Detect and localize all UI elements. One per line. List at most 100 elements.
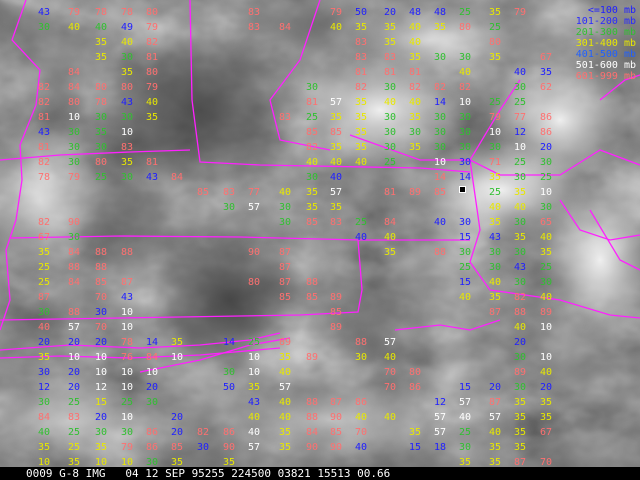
pressure-label: 30 (121, 112, 134, 123)
pressure-label: 90 (330, 412, 343, 423)
pressure-label: 30 (434, 112, 447, 123)
pressure-label: 65 (540, 217, 553, 228)
pressure-label: 30 (540, 157, 553, 168)
pressure-label: 57 (68, 322, 81, 333)
pressure-legend: <=100 mb 101-200 mb 201-300 mb 301-400 mb 40… (548, 5, 636, 82)
pressure-label: 88 (68, 262, 81, 273)
pressure-label: 35 (279, 352, 292, 363)
pressure-label: 12 (514, 127, 527, 138)
pressure-label: 14 (434, 172, 447, 183)
pressure-label: 35 (384, 37, 397, 48)
pressure-label: 83 (279, 112, 292, 123)
pressure-label: 88 (434, 247, 447, 258)
pressure-label: 40 (95, 22, 108, 33)
pressure-label: 30 (38, 22, 51, 33)
pressure-label: 48 (409, 7, 422, 18)
pressure-label: 30 (197, 442, 210, 453)
pressure-label: 30 (68, 157, 81, 168)
pressure-label: 57 (279, 382, 292, 393)
pressure-label: 20 (171, 412, 184, 423)
pressure-label: 57 (384, 337, 397, 348)
pressure-label: 86 (409, 382, 422, 393)
pressure-label: 35 (68, 457, 81, 468)
pressure-label: 83 (355, 37, 368, 48)
pressure-label: 82 (38, 97, 51, 108)
pressure-label: 82 (38, 82, 51, 93)
pressure-label: 35 (248, 382, 261, 393)
pressure-label: 15 (459, 232, 472, 243)
pressure-label: 30 (38, 397, 51, 408)
pressure-label: 25 (489, 97, 502, 108)
pressure-label: 79 (121, 442, 134, 453)
pressure-label: 25 (459, 262, 472, 273)
pressure-label: 88 (355, 337, 368, 348)
pressure-label: 35 (540, 247, 553, 258)
pressure-label: 87 (279, 277, 292, 288)
pressure-label: 82 (355, 82, 368, 93)
pressure-label: 25 (121, 397, 134, 408)
image-status-bar: 0009 G-8 IMG 04 12 SEP 95255 224500 0382… (0, 467, 640, 480)
pressure-label: 40 (514, 67, 527, 78)
pressure-label: 90 (330, 442, 343, 453)
pressure-label: 25 (355, 217, 368, 228)
pressure-label: 35 (384, 247, 397, 258)
legend-unit: mb (617, 71, 636, 82)
pressure-label: 35 (38, 352, 51, 363)
pressure-label: 35 (514, 187, 527, 198)
pressure-label: 35 (38, 247, 51, 258)
pressure-label: 40 (384, 97, 397, 108)
pressure-label: 35 (459, 457, 472, 468)
pressure-label: 81 (146, 157, 159, 168)
pressure-label: 84 (68, 82, 81, 93)
pressure-label: 35 (95, 442, 108, 453)
pressure-label: 20 (540, 142, 553, 153)
pressure-label: 25 (248, 337, 261, 348)
pressure-label: 90 (68, 217, 81, 228)
pressure-label: 30 (384, 82, 397, 93)
pressure-label: 81 (306, 97, 319, 108)
pressure-label: 84 (68, 247, 81, 258)
pressure-label: 10 (248, 367, 261, 378)
pressure-label: 48 (434, 7, 447, 18)
pressure-label: 15 (409, 442, 422, 453)
pressure-label: 35 (489, 442, 502, 453)
pressure-label: 20 (38, 337, 51, 348)
pressure-label: 20 (171, 427, 184, 438)
pressure-label: 25 (95, 172, 108, 183)
pressure-label: 40 (306, 157, 319, 168)
pressure-label: 30 (489, 142, 502, 153)
pressure-label: 40 (248, 427, 261, 438)
pressure-label: 40 (384, 352, 397, 363)
pressure-label: 30 (121, 52, 134, 63)
legend-range: 601-999 (575, 71, 618, 82)
pressure-label: 14 (459, 172, 472, 183)
pressure-label: 71 (489, 157, 502, 168)
pressure-label: 10 (121, 307, 134, 318)
legend-row: 301-400 mb (548, 38, 636, 49)
pressure-label: 10 (121, 367, 134, 378)
pressure-label: 30 (540, 277, 553, 288)
pressure-label: 70 (384, 367, 397, 378)
pressure-label: 82 (409, 82, 422, 93)
pressure-label: 78 (121, 337, 134, 348)
pressure-label: 40 (121, 37, 134, 48)
pressure-label: 25 (489, 22, 502, 33)
pressure-label: 20 (384, 7, 397, 18)
pressure-label: 82 (434, 82, 447, 93)
pressure-label: 88 (306, 397, 319, 408)
pressure-label: 87 (514, 457, 527, 468)
pressure-label: 30 (459, 217, 472, 228)
pressure-label: 10 (489, 127, 502, 138)
legend-range: 301-400 (575, 38, 618, 49)
pressure-label: 86 (146, 427, 159, 438)
pressure-label: 40 (38, 427, 51, 438)
pressure-label: 10 (95, 352, 108, 363)
pressure-label: 85 (434, 187, 447, 198)
pressure-label: 30 (95, 427, 108, 438)
pressure-label: 40 (355, 232, 368, 243)
pressure-label: 40 (355, 157, 368, 168)
pressure-label: 50 (223, 382, 236, 393)
pressure-label: 81 (38, 112, 51, 123)
pressure-label: 86 (223, 427, 236, 438)
pressure-label: 40 (330, 157, 343, 168)
